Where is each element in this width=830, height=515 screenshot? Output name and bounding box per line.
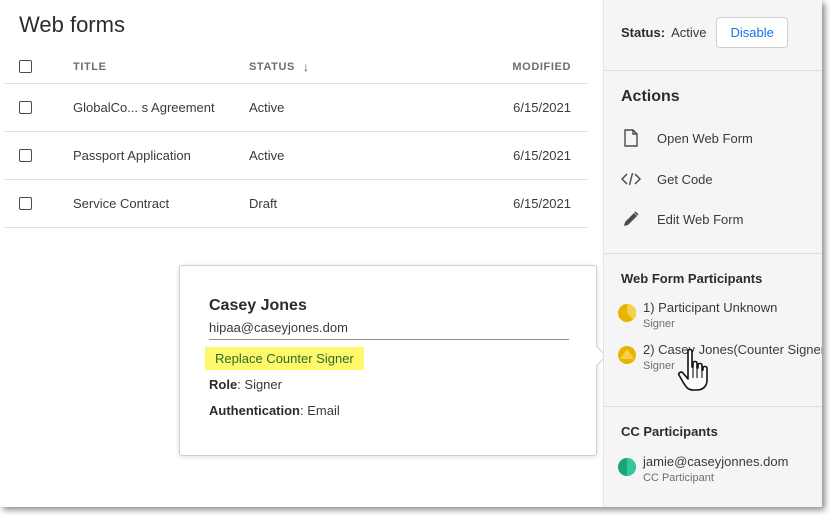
participant-name: 1) Participant Unknown	[643, 300, 778, 315]
authentication-label: Authentication	[209, 403, 300, 418]
cc-participant-role: CC Participant	[643, 472, 714, 484]
role-value: : Signer	[237, 377, 282, 392]
app-window: Web forms TITLE STATUS ↓ MODIFIED Global…	[0, 0, 822, 507]
column-header-status[interactable]: STATUS ↓	[249, 50, 310, 83]
participant-role: Signer	[643, 318, 675, 330]
cc-participant-avatar	[618, 458, 636, 476]
sort-descending-icon: ↓	[302, 59, 310, 74]
table-row[interactable]: Passport Application Active 6/15/2021	[4, 132, 587, 180]
panel-divider	[604, 253, 822, 254]
column-modified-label: MODIFIED	[512, 60, 571, 73]
column-header-modified[interactable]: MODIFIED	[512, 50, 571, 83]
select-all-checkbox[interactable]	[19, 60, 32, 73]
disable-button[interactable]: Disable	[716, 17, 788, 48]
get-code-action[interactable]: Get Code	[621, 168, 713, 190]
column-header-title[interactable]: TITLE	[73, 50, 107, 83]
code-icon	[621, 169, 641, 189]
action-label: Edit Web Form	[657, 211, 744, 227]
participant-authentication: Authentication: Email	[209, 403, 340, 418]
open-web-form-action[interactable]: Open Web Form	[621, 127, 753, 149]
participant-role: Signer	[643, 360, 675, 372]
row-title[interactable]: GlobalCo... s Agreement	[73, 84, 215, 131]
table-row[interactable]: GlobalCo... s Agreement Active 6/15/2021	[4, 84, 587, 132]
actions-heading: Actions	[621, 88, 680, 105]
web-forms-list: Web forms TITLE STATUS ↓ MODIFIED Global…	[0, 0, 607, 507]
participant-name: 2) Casey Jones(Counter Signer)	[643, 342, 822, 357]
participant-popover: Casey Jones hipaa@caseyjones.dom Replace…	[179, 265, 607, 456]
row-title[interactable]: Passport Application	[73, 132, 191, 179]
row-modified: 6/15/2021	[513, 100, 571, 115]
participant-role: Role: Signer	[209, 377, 282, 392]
participant-email: hipaa@caseyjones.dom	[209, 320, 348, 335]
document-icon	[621, 128, 641, 148]
row-modified: 6/15/2021	[513, 196, 571, 211]
table-row[interactable]: Service Contract Draft 6/15/2021	[4, 180, 587, 228]
row-modified: 6/15/2021	[513, 148, 571, 163]
row-status: Active	[249, 148, 285, 163]
edit-web-form-action[interactable]: Edit Web Form	[621, 208, 743, 230]
participant-avatar	[618, 346, 636, 364]
row-check-cell	[19, 84, 32, 131]
row-status: Active	[249, 100, 285, 115]
popover-divider	[209, 339, 569, 340]
participant-name: Casey Jones	[209, 297, 307, 314]
panel-divider	[604, 406, 822, 407]
row-checkbox[interactable]	[19, 149, 32, 162]
status-label: Status:	[621, 25, 666, 40]
row-checkbox[interactable]	[19, 197, 32, 210]
cc-participant-email: jamie@caseyjonnes.dom	[643, 454, 789, 469]
row-check-cell	[19, 180, 32, 227]
authentication-value: : Email	[300, 403, 340, 418]
column-status-label: STATUS	[249, 60, 295, 73]
column-title-label: TITLE	[73, 60, 107, 73]
row-checkbox[interactable]	[19, 101, 32, 114]
replace-counter-signer-link[interactable]: Replace Counter Signer	[205, 347, 364, 370]
web-forms-table: TITLE STATUS ↓ MODIFIED GlobalCo... s Ag…	[4, 50, 587, 228]
row-title[interactable]: Service Contract	[73, 180, 169, 227]
row-status: Draft	[249, 196, 278, 211]
action-label: Open Web Form	[657, 130, 753, 146]
details-panel: Status: Active Disable Actions Open Web …	[603, 0, 822, 507]
pencil-icon	[621, 209, 641, 229]
role-label: Role	[209, 377, 238, 392]
cc-participants-heading: CC Participants	[621, 424, 718, 439]
action-label: Get Code	[657, 171, 713, 187]
status-row: Status: Active Disable	[621, 17, 788, 48]
page-title: Web forms	[19, 12, 125, 37]
panel-divider	[604, 70, 822, 71]
participants-heading: Web Form Participants	[621, 271, 763, 286]
status-value: Active	[671, 25, 707, 40]
table-header: TITLE STATUS ↓ MODIFIED	[4, 50, 587, 84]
row-check-cell	[19, 132, 32, 179]
participant-avatar	[618, 303, 637, 322]
select-all-cell	[19, 50, 32, 83]
